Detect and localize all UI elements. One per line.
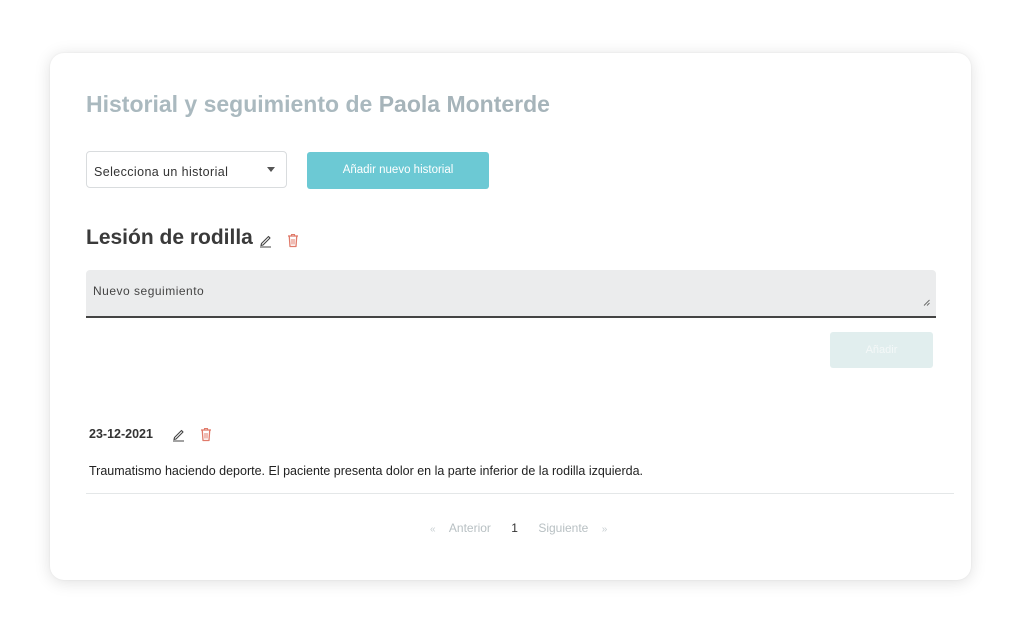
pagination: « Anterior 1 Siguiente » (430, 521, 607, 535)
trash-icon[interactable] (200, 427, 212, 447)
page-title: Historial y seguimiento de Paola Monterd… (86, 91, 550, 118)
history-select[interactable]: Selecciona un historial (86, 151, 287, 188)
current-page[interactable]: 1 (511, 521, 518, 535)
add-followup-button[interactable]: Añadir (830, 332, 933, 368)
entry-date: 23-12-2021 (89, 427, 153, 441)
trash-icon[interactable] (287, 233, 299, 253)
prev-arrow-icon[interactable]: « (430, 524, 436, 535)
caret-down-icon (267, 167, 275, 172)
pencil-icon[interactable] (172, 427, 185, 447)
trash-icon-svg (288, 233, 298, 248)
pencil-icon[interactable] (259, 233, 272, 253)
patient-name: Paola Monterde (378, 91, 550, 117)
divider (86, 493, 954, 494)
resize-handle-svg (923, 299, 930, 306)
prev-page-link[interactable]: Anterior (449, 521, 491, 535)
history-title: Lesión de rodilla (86, 226, 253, 249)
trash-icon-svg (201, 427, 211, 442)
resize-handle-icon[interactable] (923, 293, 930, 311)
page-title-prefix: Historial y seguimiento de (86, 91, 379, 117)
new-followup-label: Nuevo seguimiento (93, 284, 205, 298)
pencil-icon-svg (173, 429, 184, 442)
history-card: Historial y seguimiento de Paola Monterd… (50, 53, 971, 580)
entry-text: Traumatismo haciendo deporte. El pacient… (89, 464, 644, 478)
new-followup-textarea[interactable]: Nuevo seguimiento (86, 270, 936, 318)
next-page-link[interactable]: Siguiente (538, 521, 588, 535)
pencil-icon-svg (260, 235, 271, 248)
history-select-value: Selecciona un historial (94, 165, 229, 179)
next-arrow-icon[interactable]: » (602, 524, 608, 535)
add-history-button[interactable]: Añadir nuevo historial (307, 152, 489, 189)
